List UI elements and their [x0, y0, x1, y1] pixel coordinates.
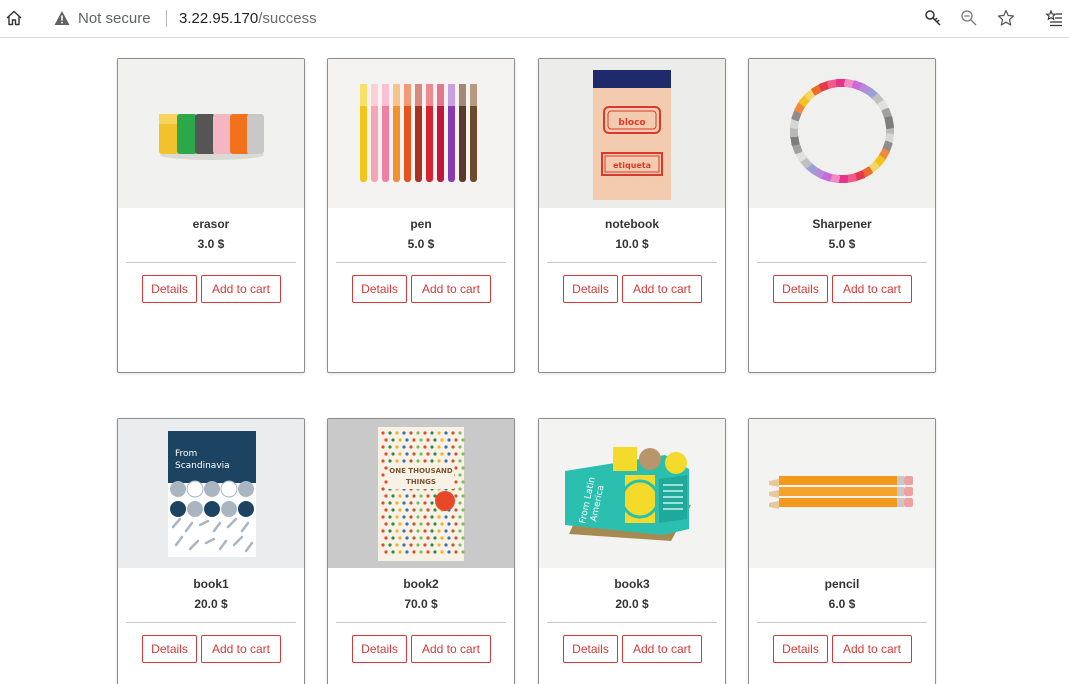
product-name: pencil: [824, 577, 860, 591]
product-image[interactable]: [749, 419, 935, 568]
add-to-cart-button[interactable]: Add to cart: [201, 635, 281, 663]
product-price: 6.0 $: [828, 597, 856, 611]
details-button[interactable]: Details: [352, 635, 407, 663]
card-divider: [126, 262, 296, 263]
product-image[interactable]: From Scandinavia: [118, 419, 304, 568]
product-card: From Scandinavia book1 20.0 $ Details Ad…: [117, 418, 305, 684]
add-to-cart-button[interactable]: Add to cart: [411, 635, 491, 663]
warning-icon: [54, 10, 70, 26]
product-card: bloco etiqueta notebook 10.0 $ Details A…: [538, 58, 726, 373]
favorites-list-icon[interactable]: [1044, 8, 1064, 28]
product-image[interactable]: ONE THOUSAND THINGS: [328, 419, 514, 568]
details-button[interactable]: Details: [773, 275, 828, 303]
add-to-cart-button[interactable]: Add to cart: [832, 275, 912, 303]
product-price: 3.0 $: [197, 237, 225, 251]
product-name: pen: [410, 217, 432, 231]
product-price: 70.0 $: [404, 597, 438, 611]
product-card: pen 5.0 $ Details Add to cart: [327, 58, 515, 373]
notebook-label-bottom: etiqueta: [613, 161, 651, 170]
browser-toolbar: Not secure 3.22.95.170/success: [0, 0, 1069, 38]
book2-cover-text-2: THINGS: [406, 478, 436, 486]
product-price: 5.0 $: [828, 237, 856, 251]
book1-cover-text-2: Scandinavia: [175, 461, 230, 471]
product-card: pencil 6.0 $ Details Add to cart: [748, 418, 936, 684]
add-to-cart-button[interactable]: Add to cart: [832, 635, 912, 663]
product-price: 10.0 $: [615, 237, 649, 251]
product-image[interactable]: [749, 59, 935, 208]
product-image[interactable]: [328, 59, 514, 208]
details-button[interactable]: Details: [142, 635, 197, 663]
address-divider: [166, 10, 167, 27]
details-button[interactable]: Details: [563, 275, 618, 303]
product-name: Sharpener: [812, 217, 872, 231]
add-to-cart-button[interactable]: Add to cart: [622, 275, 702, 303]
zoom-out-icon[interactable]: [959, 8, 979, 28]
card-divider: [757, 622, 927, 623]
card-divider: [126, 622, 296, 623]
details-button[interactable]: Details: [142, 275, 197, 303]
book2-cover-text-1: ONE THOUSAND: [389, 467, 453, 475]
card-divider: [547, 262, 717, 263]
product-name: book2: [403, 577, 439, 591]
url-text[interactable]: 3.22.95.170/success: [179, 10, 317, 27]
notebook-label-top: bloco: [618, 118, 645, 128]
product-name: notebook: [605, 217, 659, 231]
card-divider: [336, 622, 506, 623]
product-card: ONE THOUSAND THINGS book2 70.0 $ Details…: [327, 418, 515, 684]
product-card: From Latin America book3 20.0 $ Details …: [538, 418, 726, 684]
card-divider: [336, 262, 506, 263]
product-name: book3: [614, 577, 650, 591]
book1-cover-text-1: From: [175, 449, 197, 459]
product-image[interactable]: [118, 59, 304, 208]
product-name: book1: [193, 577, 229, 591]
card-divider: [547, 622, 717, 623]
product-price: 5.0 $: [407, 237, 435, 251]
product-price: 20.0 $: [194, 597, 228, 611]
product-card: Sharpener 5.0 $ Details Add to cart: [748, 58, 936, 373]
add-to-cart-button[interactable]: Add to cart: [411, 275, 491, 303]
home-icon[interactable]: [3, 7, 25, 29]
product-image[interactable]: bloco etiqueta: [539, 59, 725, 208]
product-name: erasor: [192, 217, 230, 231]
add-to-cart-button[interactable]: Add to cart: [201, 275, 281, 303]
url-host: 3.22.95.170: [179, 10, 259, 27]
add-to-cart-button[interactable]: Add to cart: [622, 635, 702, 663]
address-bar[interactable]: Not secure 3.22.95.170/success: [40, 4, 1025, 33]
details-button[interactable]: Details: [773, 635, 828, 663]
details-button[interactable]: Details: [352, 275, 407, 303]
card-divider: [757, 262, 927, 263]
key-icon[interactable]: [923, 8, 943, 28]
favorite-star-icon[interactable]: [996, 8, 1016, 28]
product-image[interactable]: From Latin America: [539, 419, 725, 568]
product-card: erasor 3.0 $ Details Add to cart: [117, 58, 305, 373]
security-status[interactable]: Not secure: [78, 10, 151, 27]
details-button[interactable]: Details: [563, 635, 618, 663]
product-price: 20.0 $: [615, 597, 649, 611]
url-path: /success: [258, 10, 317, 27]
